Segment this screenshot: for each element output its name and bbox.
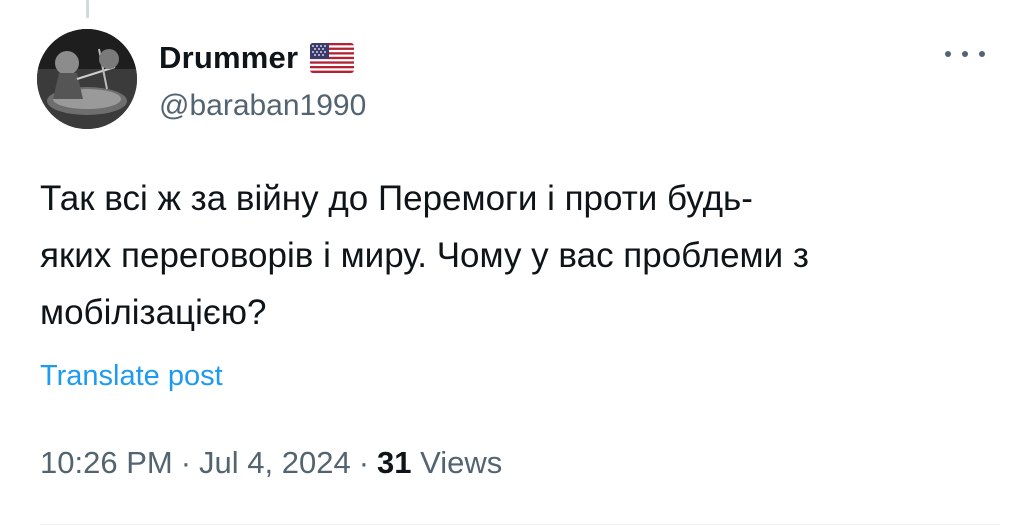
author-name-row: Drummer: [159, 40, 355, 76]
post-date[interactable]: Jul 4, 2024: [199, 445, 351, 480]
avatar-image: [37, 29, 137, 129]
us-flag-icon: [310, 43, 355, 73]
thread-connector-line: [86, 0, 89, 18]
more-dot: [979, 51, 985, 57]
translate-post-link[interactable]: Translate post: [40, 356, 223, 396]
tweet-metadata: 10:26 PM · Jul 4, 2024 · 31 Views: [40, 441, 502, 485]
author-handle[interactable]: @baraban1990: [159, 88, 366, 124]
tweet-text-line: яких переговорів і миру. Чому у вас проб…: [40, 236, 809, 275]
more-dot: [945, 51, 951, 57]
views-label: Views: [420, 445, 503, 480]
tweet-text-line: мобілізацією?: [40, 293, 267, 332]
display-name[interactable]: Drummer: [159, 40, 298, 76]
more-dot: [962, 51, 968, 57]
tweet-text: Так всі ж за війну до Перемоги і проти б…: [40, 170, 1000, 341]
views-count: 31: [377, 445, 412, 480]
more-horizontal-icon[interactable]: [945, 42, 985, 66]
meta-separator: ·: [358, 445, 370, 480]
divider: [40, 524, 1000, 525]
post-time[interactable]: 10:26 PM: [40, 445, 173, 480]
avatar[interactable]: [37, 29, 137, 129]
meta-separator: ·: [180, 445, 192, 480]
tweet-text-line: Так всі ж за війну до Перемоги і проти б…: [40, 179, 753, 218]
